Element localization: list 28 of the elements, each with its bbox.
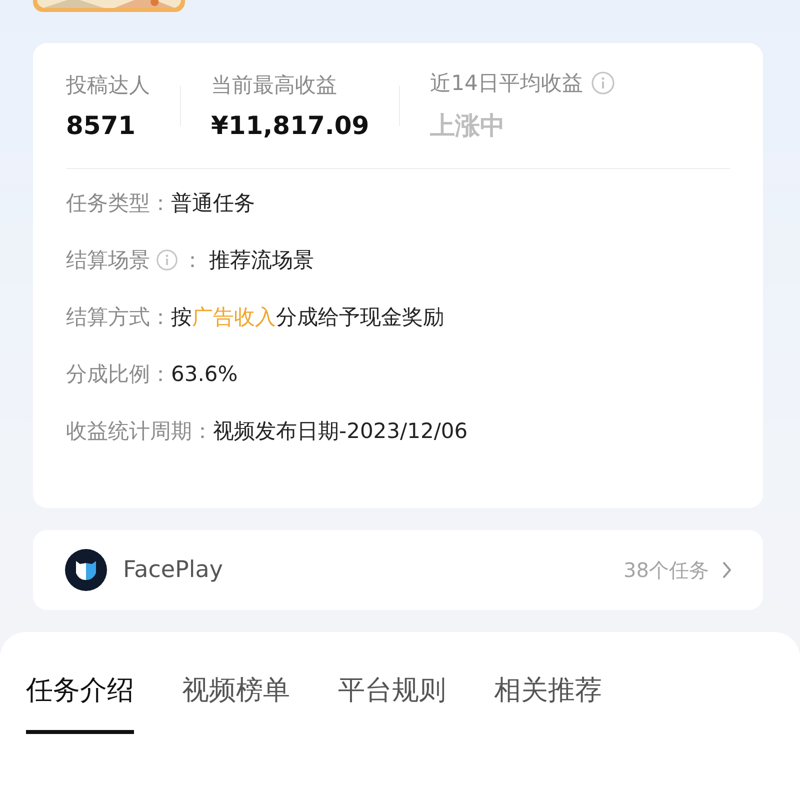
tab[interactable]: 平台规则	[338, 666, 446, 734]
stat-label: 当前最高收益	[211, 72, 337, 99]
stat-value: 上涨中	[430, 110, 506, 142]
detail-value: 普通任务	[171, 190, 255, 217]
detail-value: 视频发布日期-2023/12/06	[213, 418, 468, 445]
app-name: FacePlay	[123, 557, 223, 583]
detail-label: 收益统计周期：	[66, 418, 213, 445]
detail-label: 结算场景	[66, 247, 150, 274]
stat-label: 投稿达人	[66, 72, 150, 99]
detail-label: 分成比例：	[66, 361, 171, 388]
info-icon[interactable]	[156, 249, 178, 271]
stat-label: 近14日平均收益	[430, 70, 583, 97]
app-card[interactable]: FacePlay 38个任务	[33, 530, 763, 610]
stat-value: ¥11,817.09	[211, 111, 370, 140]
stat-value: 8571	[66, 111, 137, 140]
task-count: 38个任务	[624, 556, 709, 584]
info-icon[interactable]	[590, 71, 615, 95]
detail-separator: ：	[182, 247, 203, 274]
detail-label: 结算方式：	[66, 304, 171, 331]
detail-value: 推荐流场景	[209, 247, 314, 274]
detail-value: 63.6%	[171, 362, 238, 386]
tab[interactable]: 任务介绍	[26, 666, 134, 734]
tab[interactable]: 视频榜单	[182, 666, 290, 734]
detail-label: 任务类型：	[66, 190, 171, 217]
mask-logo-icon	[65, 549, 107, 591]
chevron-right-icon	[721, 560, 733, 580]
detail-value: 按广告收入分成给予现金奖励	[171, 304, 444, 331]
tab[interactable]: 相关推荐	[494, 666, 602, 734]
